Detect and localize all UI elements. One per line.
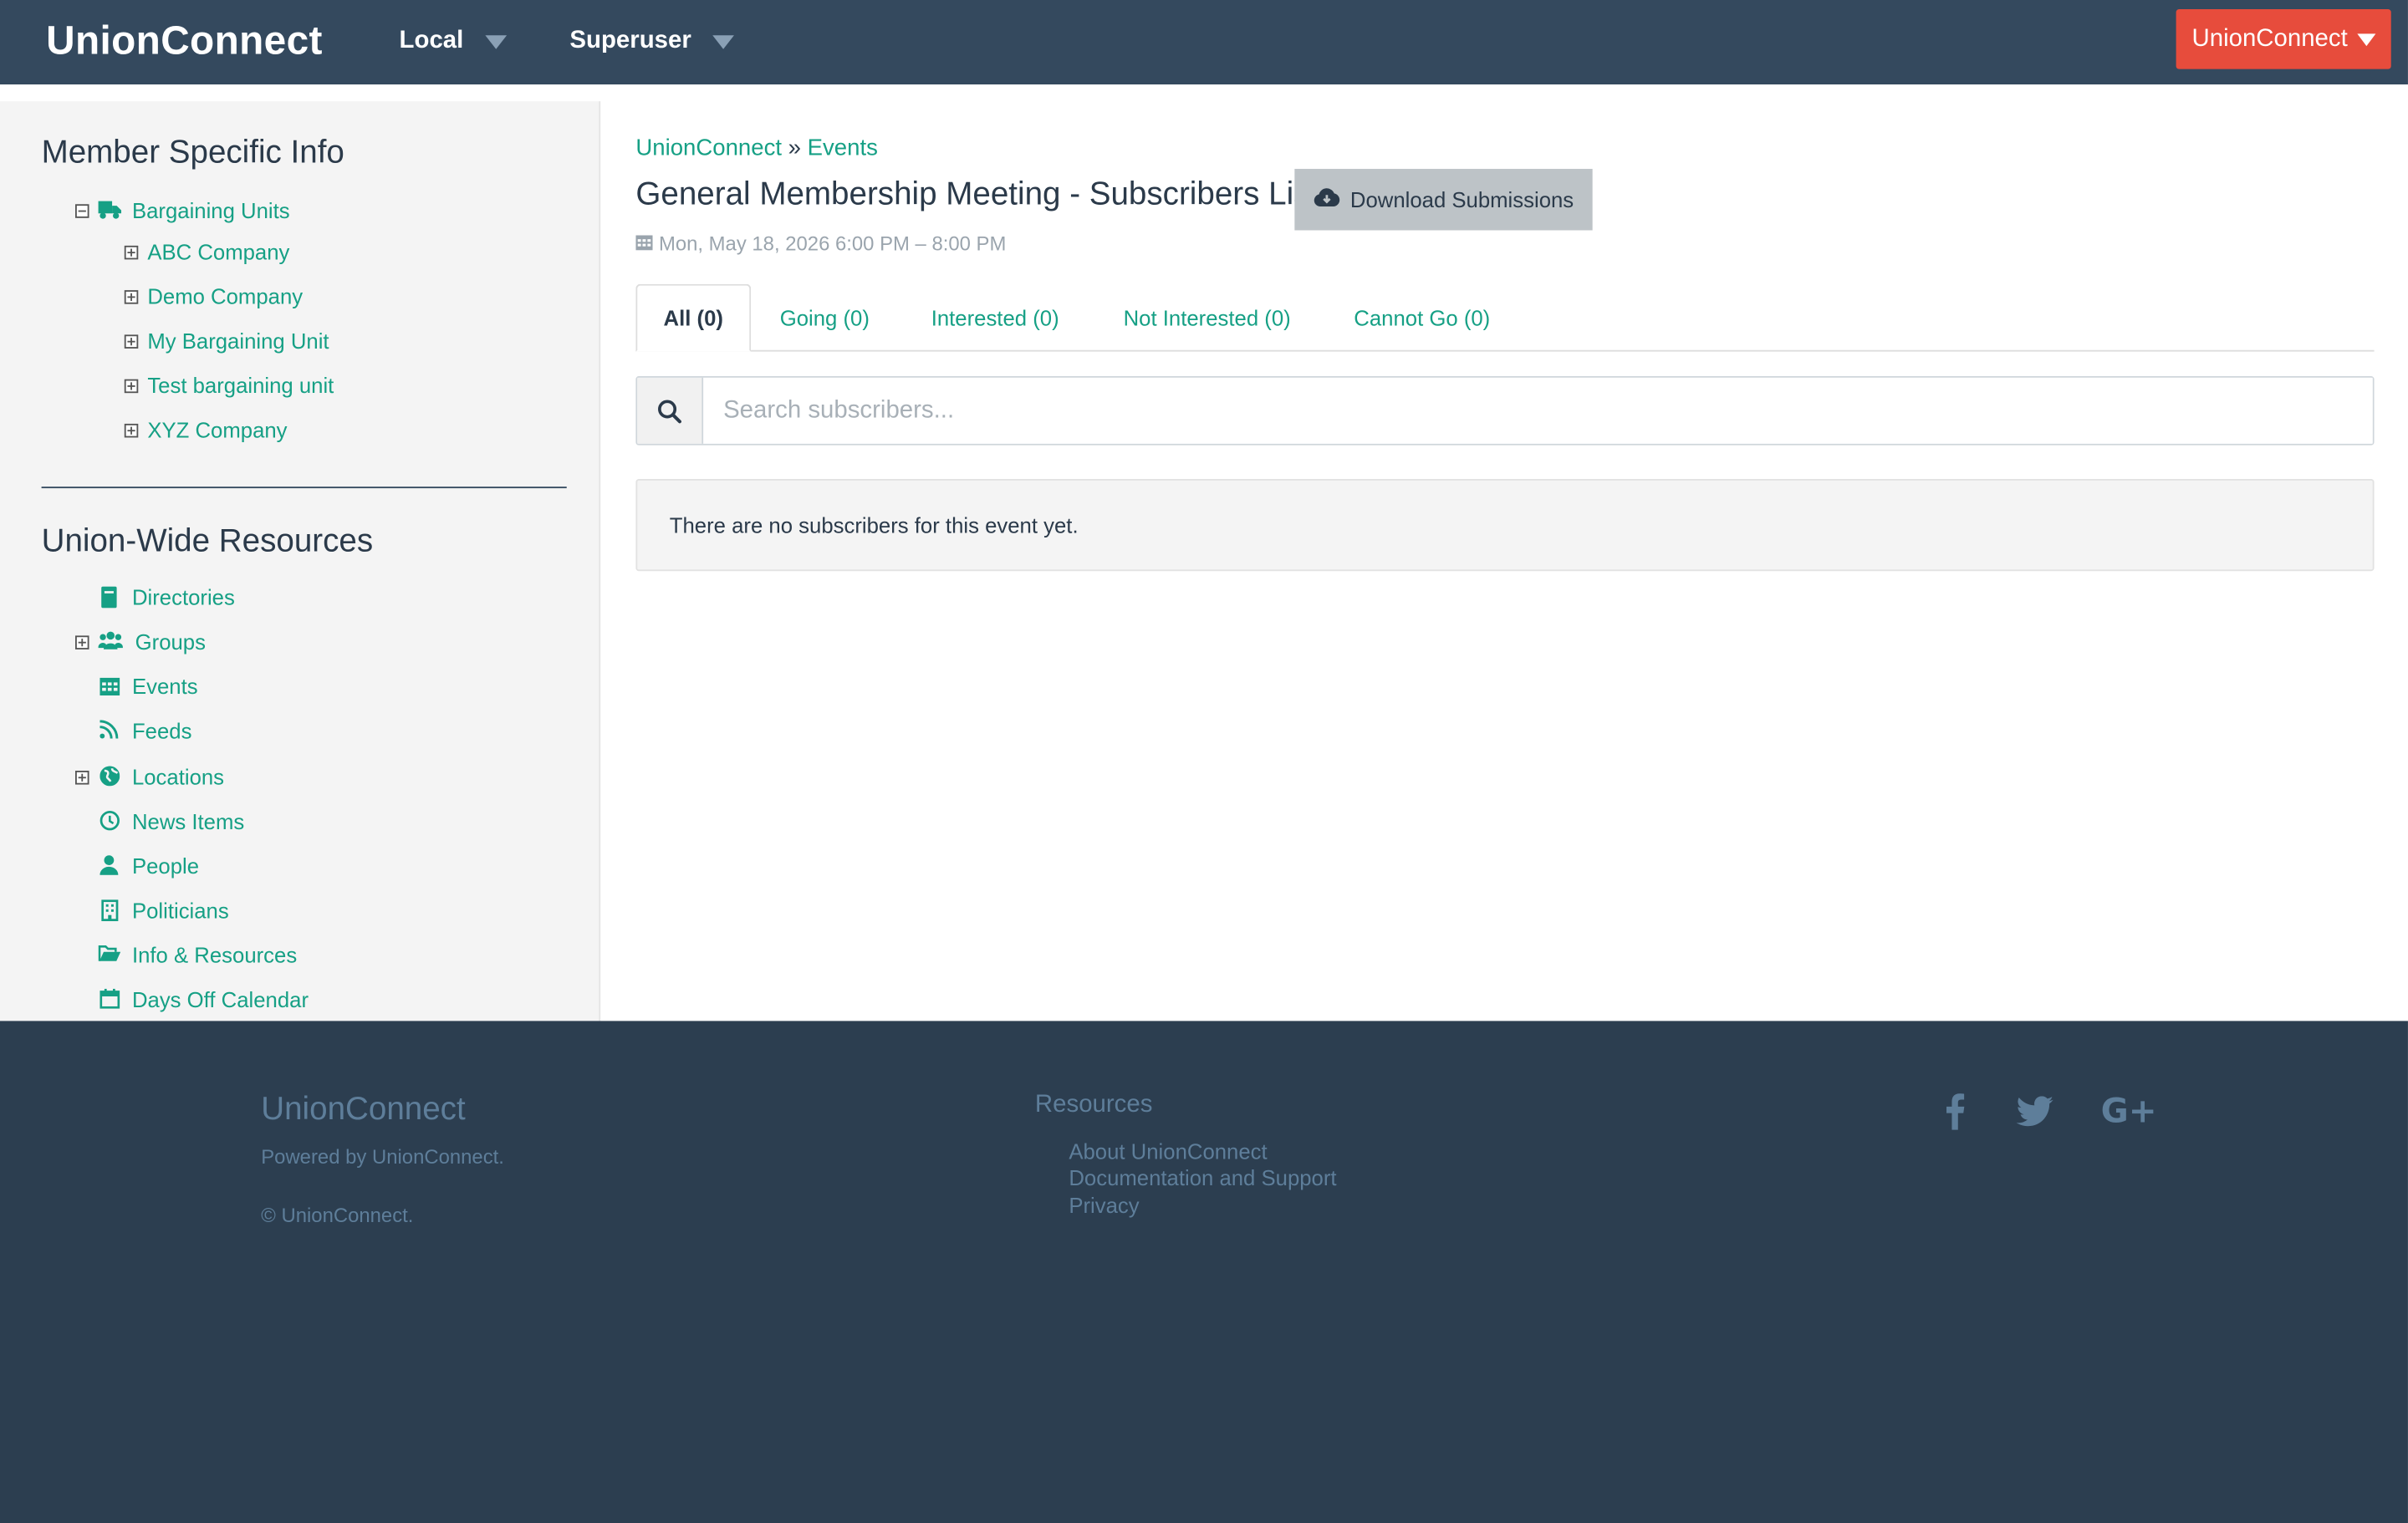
sidebar-item-label: People [131,853,200,879]
sidebar-item-label: Groups [135,629,206,655]
download-submissions-label: Download Submissions [1349,187,1574,212]
sidebar-item-groups[interactable]: Groups [74,629,206,655]
folder-open-icon [98,945,121,966]
collapse-icon[interactable] [74,203,89,217]
sidebar-item-label: XYZ Company [147,417,288,442]
sidebar-item-label: Bargaining Units [131,197,290,223]
event-date-text: Mon, May 18, 2026 6:00 PM – 8:00 PM [658,232,1007,255]
globe-icon [99,766,120,788]
sidebar-item-label: Feeds [131,718,192,743]
empty-state-message: There are no subscribers for this event … [635,479,2375,572]
subscriber-tabs: All (0) Going (0) Interested (0) Not Int… [635,283,2375,352]
sidebar-item-label: Events [131,674,198,699]
sidebar-item-label: Info & Resources [131,942,298,968]
expand-icon[interactable] [124,289,139,303]
sidebar-item-directories[interactable]: Directories [99,585,235,609]
footer-copyright: © UnionConnect. [261,1203,414,1227]
expand-icon[interactable] [124,334,139,349]
brand-logo[interactable]: UnionConnect [46,17,323,64]
nav-superuser-label: Superuser [569,28,691,54]
sidebar-item-label: Politicians [131,898,229,923]
top-navbar: UnionConnect Local Superuser UnionConnec… [0,0,2408,85]
footer-link-privacy[interactable]: Privacy [1069,1193,1139,1217]
clock-icon [99,811,120,833]
tab-going[interactable]: Going (0) [762,284,888,352]
footer: UnionConnect Powered by UnionConnect. © … [0,1021,2408,1523]
calendar-icon [635,232,653,255]
users-icon [98,631,123,653]
breadcrumb-root-link[interactable]: UnionConnect [635,135,782,161]
search-input[interactable] [703,377,2373,444]
sidebar-item-people[interactable]: People [99,853,200,879]
page-title: General Membership Meeting - Subscribers… [635,176,1319,212]
chevron-down-icon [485,34,507,48]
page: UnionConnect Local Superuser UnionConnec… [0,0,2408,1523]
truck-icon [98,200,122,222]
rss-icon [99,720,120,741]
calendar-o-icon [99,988,120,1011]
event-date: Mon, May 18, 2026 6:00 PM – 8:00 PM [635,232,1006,255]
cloud-download-icon [1314,187,1341,211]
nav-superuser-dropdown[interactable]: Superuser [569,28,735,55]
facebook-icon[interactable] [1944,1093,1966,1138]
sidebar-item-days-off-calendar[interactable]: Days Off Calendar [99,987,309,1011]
sidebar-item-demo-company[interactable]: Demo Company [124,283,304,309]
sidebar-item-locations[interactable]: Locations [74,764,225,790]
footer-powered-by: Powered by UnionConnect. [261,1145,504,1169]
twitter-icon[interactable] [2016,1096,2053,1134]
sidebar-item-xyz-company[interactable]: XYZ Company [124,417,288,442]
sidebar-item-news-items[interactable]: News Items [99,808,245,834]
building-icon [99,899,120,922]
chevron-down-icon [712,34,735,48]
tab-cannot-go[interactable]: Cannot Go (0) [1338,284,1507,352]
sidebar-item-events[interactable]: Events [99,674,198,699]
breadcrumb: UnionConnect » Events [635,135,877,161]
footer-link-about[interactable]: About UnionConnect [1069,1139,1267,1164]
expand-icon[interactable] [124,244,139,259]
sidebar-item-my-bargaining-unit[interactable]: My Bargaining Unit [124,329,329,354]
sidebar-item-label: Demo Company [147,283,304,309]
breadcrumb-events-link[interactable]: Events [808,135,878,161]
union-resources-heading: Union-Wide Resources [41,523,374,559]
sidebar-item-label: ABC Company [147,239,290,264]
expand-icon[interactable] [74,634,89,649]
download-submissions-button[interactable]: Download Submissions [1294,169,1593,231]
sidebar-item-label: News Items [131,808,245,834]
caret-down-icon [2356,33,2375,46]
sidebar-item-label: Days Off Calendar [131,986,309,1012]
breadcrumb-separator: » [788,135,801,161]
sidebar-item-label: Directories [131,584,235,610]
tab-all[interactable]: All (0) [635,283,752,352]
sidebar-item-label: Test bargaining unit [147,373,334,398]
nav-local-label: Local [399,28,464,54]
footer-brand: UnionConnect [261,1091,466,1128]
sidebar-item-info-resources[interactable]: Info & Resources [98,942,298,968]
calendar-icon [99,675,120,697]
user-icon [99,855,120,877]
member-info-heading: Member Specific Info [41,135,344,171]
expand-icon[interactable] [124,378,139,393]
sidebar-item-feeds[interactable]: Feeds [99,718,192,743]
sidebar-item-label: Locations [131,764,225,790]
sidebar-item-test-bargaining-unit[interactable]: Test bargaining unit [124,373,334,398]
book-icon [99,586,120,609]
expand-icon[interactable] [74,770,89,784]
search-bar [635,375,2375,446]
account-menu-label: UnionConnect [2191,25,2348,52]
footer-link-docs[interactable]: Documentation and Support [1069,1165,1336,1189]
sidebar-item-politicians[interactable]: Politicians [99,898,229,923]
sidebar-item-bargaining-units[interactable]: Bargaining Units [74,197,290,223]
tab-interested[interactable]: Interested (0) [914,284,1077,352]
nav-local-dropdown[interactable]: Local [400,28,507,55]
account-menu-button[interactable]: UnionConnect [2176,9,2391,69]
sidebar-item-abc-company[interactable]: ABC Company [124,239,290,264]
sidebar: Member Specific Info Bargaining Units AB… [0,101,601,1021]
footer-resources-heading: Resources [1034,1091,1153,1118]
google-plus-icon[interactable]: G+ [2101,1093,2157,1132]
sidebar-divider [41,486,567,489]
expand-icon[interactable] [124,423,139,437]
sidebar-item-label: My Bargaining Unit [147,329,329,354]
tab-not-interested[interactable]: Not Interested (0) [1105,284,1310,352]
search-icon [637,377,704,444]
